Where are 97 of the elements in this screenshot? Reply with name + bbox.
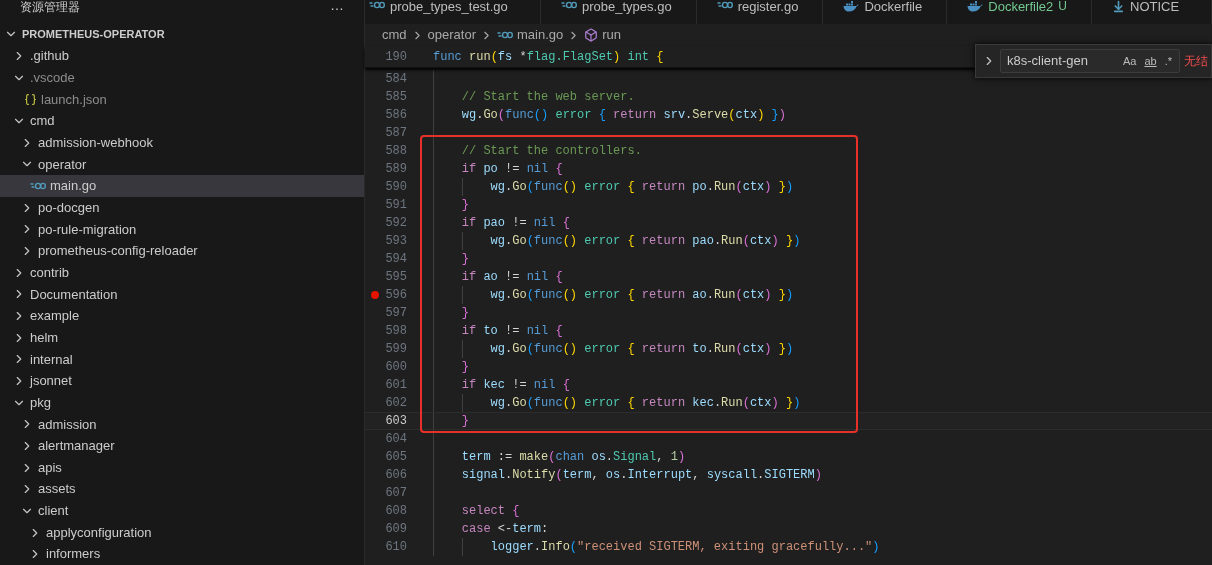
git-status-letter: U: [1058, 0, 1067, 13]
line-number: 587: [385, 125, 407, 142]
code-line: }: [460, 305, 469, 322]
line-number: 586: [385, 107, 407, 124]
line-number: 596: [385, 287, 407, 304]
gopher-speed-icon: [369, 0, 385, 10]
code-line: wg.Go(func() error { return pao.Run(ctx) }): [489, 233, 801, 250]
tree-item[interactable]: assets: [0, 478, 364, 501]
tree-item[interactable]: admission: [0, 413, 364, 436]
tree-item[interactable]: cmd: [0, 110, 364, 132]
whale-icon: [843, 0, 860, 12]
line-number: 609: [385, 521, 407, 538]
code-line: signal.Notify(term, os.Interrupt, syscall.SIGTERM): [460, 467, 822, 484]
tree-item[interactable]: informers: [0, 543, 364, 565]
tree-item[interactable]: po-docgen: [0, 196, 364, 219]
code-line: wg.Go(func() error { return kec.Run(ctx) }): [489, 395, 801, 412]
more-actions-button[interactable]: …: [330, 0, 344, 10]
tree-item[interactable]: po-rule-migration: [0, 218, 364, 241]
tree-item[interactable]: main.go: [0, 175, 364, 197]
code-line: case <-term:: [460, 521, 549, 538]
line-number: 603: [385, 413, 407, 430]
code-line: wg.Go(func() error { return po.Run(ctx) }): [489, 179, 794, 196]
code-line: logger.Info("received SIGTERM, exiting gracefully..."): [489, 539, 880, 556]
tree-item[interactable]: operator: [0, 153, 364, 176]
line-number: 602: [385, 395, 407, 412]
tree-item[interactable]: apis: [0, 456, 364, 479]
sidebar-title: 资源管理器: [20, 0, 80, 14]
line-number: 600: [385, 359, 407, 376]
line-number: 589: [385, 161, 407, 178]
braces-icon: [24, 92, 37, 106]
code-line: if po != nil {: [460, 161, 563, 178]
tree-item[interactable]: Documentation: [0, 283, 364, 306]
tree-item[interactable]: helm: [0, 326, 364, 349]
code-line: if to != nil {: [460, 323, 563, 340]
gopher-speed-icon: [561, 0, 577, 10]
line-number: 590: [385, 179, 407, 196]
line-number: 607: [385, 485, 407, 502]
line-number: 592: [385, 215, 407, 232]
cube-icon: [584, 28, 599, 42]
tree-item[interactable]: client: [0, 500, 364, 522]
find-option-toggle[interactable]: Aa: [1121, 54, 1138, 68]
line-number: 604: [385, 431, 407, 448]
tree-item[interactable]: example: [0, 305, 364, 327]
tree-item[interactable]: jsonnet: [0, 370, 364, 392]
gopher-speed-icon: [716, 0, 733, 10]
root-folder-header[interactable]: PROMETHEUS-OPERATOR: [0, 23, 364, 46]
find-input[interactable]: k8s-client-gen Aa ab .*: [1000, 49, 1180, 73]
gopher-speed-icon: [30, 181, 46, 192]
code-line: }: [460, 251, 469, 268]
whale-icon: [967, 0, 984, 12]
breadcrumb-item[interactable]: main.go: [497, 25, 564, 45]
code-line: select {: [460, 503, 520, 520]
code-line: wg.Go(func() error { return ao.Run(ctx) }): [489, 287, 794, 304]
code-line: term := make(chan os.Signal, 1): [460, 449, 686, 466]
tree-item[interactable]: contrib: [0, 261, 364, 284]
line-number: 598: [385, 323, 407, 340]
gopher-speed-icon: [497, 30, 513, 40]
line-number: 585: [385, 89, 407, 106]
tree-item[interactable]: .github: [0, 45, 364, 67]
tree-item[interactable]: prometheus-config-reloader: [0, 240, 364, 262]
tree-item[interactable]: alertmanager: [0, 435, 364, 457]
line-number: 608: [385, 503, 407, 520]
tree-item[interactable]: launch.json: [0, 88, 364, 111]
code-line: // Start the controllers.: [460, 143, 642, 160]
find-option-toggle[interactable]: .*: [1163, 54, 1173, 68]
code-line: if ao != nil {: [460, 269, 563, 286]
line-number: 594: [385, 251, 407, 268]
code-line: }: [460, 197, 469, 214]
line-number: 601: [385, 377, 407, 394]
line-number: 588: [385, 143, 407, 160]
line-number: 584: [385, 71, 407, 88]
line-number: 610: [385, 539, 407, 556]
breadcrumb-item[interactable]: cmd: [382, 25, 407, 45]
tree-item[interactable]: .vscode: [0, 66, 364, 89]
line-number: 599: [385, 341, 407, 358]
breadcrumb-item[interactable]: run: [584, 25, 622, 45]
find-option-toggle[interactable]: ab: [1143, 54, 1158, 68]
code-line: // Start the web server.: [460, 89, 635, 106]
code-line: if pao != nil {: [460, 215, 570, 232]
line-number: 606: [385, 467, 407, 484]
code-line: if kec != nil {: [460, 377, 570, 394]
tree-item[interactable]: pkg: [0, 391, 364, 414]
download-arrow-icon: [1112, 0, 1125, 13]
line-number: 591: [385, 197, 407, 214]
code-line: wg.Go(func() error { return srv.Serve(ctx) }): [460, 107, 786, 124]
tree-item[interactable]: internal: [0, 348, 364, 371]
find-result: 无结: [1184, 53, 1208, 70]
tree-item[interactable]: applyconfiguration: [0, 521, 364, 544]
breadcrumb-item[interactable]: operator: [427, 25, 476, 45]
tree-item[interactable]: admission-webhook: [0, 131, 364, 154]
code-line: }: [460, 413, 469, 430]
line-number: 595: [385, 269, 407, 286]
code-line: }: [460, 359, 469, 376]
line-number: 593: [385, 233, 407, 250]
code-line: wg.Go(func() error { return to.Run(ctx) }): [489, 341, 794, 358]
line-number: 597: [385, 305, 407, 322]
line-number: 605: [385, 449, 407, 466]
